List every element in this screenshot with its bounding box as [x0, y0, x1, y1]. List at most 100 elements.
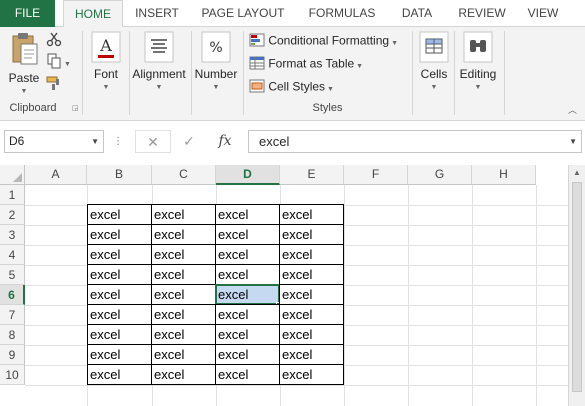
cell-e9[interactable]: excel	[279, 344, 344, 365]
chevron-down-icon[interactable]: ▼	[91, 131, 99, 152]
cell-e5[interactable]: excel	[279, 264, 344, 285]
cell-e6[interactable]: excel	[279, 284, 344, 305]
cell-c2[interactable]: excel	[151, 204, 216, 225]
column-header-a[interactable]: A	[25, 165, 87, 185]
column-header-f[interactable]: F	[344, 165, 408, 185]
cell-e10[interactable]: excel	[279, 364, 344, 385]
tab-insert[interactable]: INSERT	[127, 0, 187, 27]
cell-c8[interactable]: excel	[151, 324, 216, 345]
scissors-icon	[46, 31, 62, 50]
tab-file[interactable]: FILE	[0, 0, 55, 27]
percent-icon: %	[201, 31, 231, 66]
group-divider	[454, 31, 455, 115]
tab-review[interactable]: REVIEW	[452, 0, 512, 27]
row-header-5[interactable]: 5	[0, 265, 25, 285]
column-header-d[interactable]: D	[216, 165, 280, 185]
row-header-2[interactable]: 2	[0, 205, 25, 225]
column-header-c[interactable]: C	[152, 165, 216, 185]
cell-e8[interactable]: excel	[279, 324, 344, 345]
font-button[interactable]: A Font ▼	[88, 31, 124, 91]
paste-button[interactable]: Paste ▼	[4, 31, 44, 95]
row-header-7[interactable]: 7	[0, 305, 25, 325]
cell-d4[interactable]: excel	[215, 244, 280, 265]
row-header-8[interactable]: 8	[0, 325, 25, 345]
formula-input[interactable]: excel ▼	[248, 130, 582, 153]
copy-icon	[46, 53, 62, 72]
copy-button[interactable]: ▼	[46, 53, 71, 72]
collapse-ribbon-icon[interactable]: ︿	[568, 103, 577, 116]
cell-d7[interactable]: excel	[215, 304, 280, 325]
tab-formulas[interactable]: FORMULAS	[302, 0, 382, 27]
editing-button[interactable]: Editing ▼	[457, 31, 499, 91]
number-button[interactable]: % Number ▼	[192, 31, 240, 91]
cancel-icon[interactable]: ✕	[135, 130, 171, 153]
cell-e3[interactable]: excel	[279, 224, 344, 245]
alignment-button[interactable]: Alignment ▼	[129, 31, 189, 91]
cells-button[interactable]: Cells ▼	[416, 31, 452, 91]
cell-c4[interactable]: excel	[151, 244, 216, 265]
column-header-h[interactable]: H	[472, 165, 536, 185]
tab-view[interactable]: VIEW	[520, 0, 566, 27]
cell-d10[interactable]: excel	[215, 364, 280, 385]
scroll-thumb[interactable]	[572, 182, 582, 392]
row-header-9[interactable]: 9	[0, 345, 25, 365]
cell-b3[interactable]: excel	[87, 224, 152, 245]
tab-page-layout[interactable]: PAGE LAYOUT	[194, 0, 292, 27]
chevron-down-icon: ▼	[64, 60, 71, 68]
row-header-10[interactable]: 10	[0, 365, 25, 385]
cell-b6[interactable]: excel	[87, 284, 152, 305]
insert-function-icon[interactable]: fx	[207, 130, 243, 153]
cell-d2[interactable]: excel	[215, 204, 280, 225]
cell-d5[interactable]: excel	[215, 264, 280, 285]
worksheet-grid[interactable]: ABCDEFGH 1 2 3 4 5 6 7 8 9 10 excel excel excel exce…	[0, 165, 568, 406]
cell-d6[interactable]: excel	[215, 284, 280, 305]
row-header-1[interactable]: 1	[0, 185, 25, 205]
cell-c5[interactable]: excel	[151, 264, 216, 285]
cell-d9[interactable]: excel	[215, 344, 280, 365]
tab-data[interactable]: DATA	[392, 0, 442, 27]
cell-c7[interactable]: excel	[151, 304, 216, 325]
cell-styles-button[interactable]: Cell Styles ▼	[249, 79, 334, 96]
row-header-6[interactable]: 6	[0, 285, 25, 305]
cell-b7[interactable]: excel	[87, 304, 152, 325]
cell-styles-label: Cell Styles	[268, 79, 326, 94]
cell-c6[interactable]: excel	[151, 284, 216, 305]
cell-b9[interactable]: excel	[87, 344, 152, 365]
svg-text:%: %	[209, 40, 222, 56]
conditional-formatting-button[interactable]: Conditional Formatting ▼	[249, 33, 398, 50]
cell-e7[interactable]: excel	[279, 304, 344, 325]
cell-e2[interactable]: excel	[279, 204, 344, 225]
tab-home[interactable]: HOME	[63, 0, 123, 28]
cell-b10[interactable]: excel	[87, 364, 152, 385]
name-box[interactable]: D6 ▼	[4, 130, 104, 153]
scroll-up-icon[interactable]: ▲	[569, 165, 585, 181]
paste-label: Paste	[8, 71, 40, 85]
cell-c10[interactable]: excel	[151, 364, 216, 385]
more-options-icon[interactable]: ⋮	[112, 130, 124, 153]
cell-b8[interactable]: excel	[87, 324, 152, 345]
format-painter-button[interactable]	[46, 75, 62, 94]
column-header-g[interactable]: G	[408, 165, 472, 185]
select-all-corner[interactable]	[0, 165, 25, 185]
dialog-launcher-icon[interactable]: ◲	[72, 104, 79, 112]
format-as-table-button[interactable]: Format as Table ▼	[249, 56, 363, 73]
cell-d8[interactable]: excel	[215, 324, 280, 345]
column-header-e[interactable]: E	[280, 165, 344, 185]
cell-b5[interactable]: excel	[87, 264, 152, 285]
name-box-value: D6	[9, 134, 25, 148]
row-header-4[interactable]: 4	[0, 245, 25, 265]
chevron-down-icon[interactable]: ▼	[569, 131, 577, 152]
group-divider	[82, 31, 83, 115]
cell-b2[interactable]: excel	[87, 204, 152, 225]
column-header-b[interactable]: B	[87, 165, 152, 185]
cut-button[interactable]	[46, 31, 62, 50]
cell-c3[interactable]: excel	[151, 224, 216, 245]
enter-icon[interactable]: ✓	[171, 130, 207, 153]
chevron-down-icon: ▼	[356, 62, 364, 70]
cell-d3[interactable]: excel	[215, 224, 280, 245]
vertical-scrollbar[interactable]: ▲	[568, 165, 585, 406]
cell-b4[interactable]: excel	[87, 244, 152, 265]
row-header-3[interactable]: 3	[0, 225, 25, 245]
cell-c9[interactable]: excel	[151, 344, 216, 365]
cell-e4[interactable]: excel	[279, 244, 344, 265]
